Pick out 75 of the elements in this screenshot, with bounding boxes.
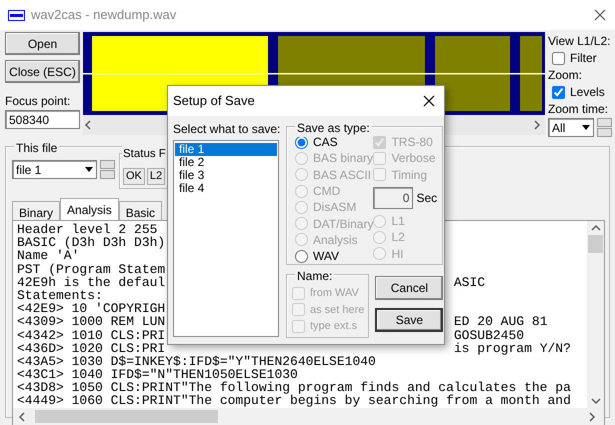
- code-line: <43D8> 1050 CLS:PRINT"The following program finds and calculates the pa: [17, 380, 571, 396]
- toolbar-button[interactable]: Close (ESC): [5, 60, 80, 83]
- tab[interactable]: Analysis: [60, 198, 119, 220]
- option-label: TRS-80: [391, 134, 433, 152]
- option-label: L1: [391, 213, 405, 230]
- code-line: Statements:: [17, 288, 103, 303]
- dialog-button[interactable]: Save: [375, 308, 444, 332]
- code-line: <43A5> 1030 D$=INKEY$:IFD$="Y"THEN2640ELSE1040: [17, 354, 376, 369]
- checkbox-label: Levels: [570, 84, 605, 101]
- code-line: ASIC: [454, 274, 486, 290]
- close-icon[interactable]: [422, 94, 436, 108]
- unit-label: Sec: [416, 190, 438, 207]
- option-label: Verbose: [391, 150, 436, 168]
- field-label: Focus point:: [5, 93, 72, 110]
- option-label: HI: [391, 246, 404, 263]
- status-field: L2: [146, 168, 166, 185]
- radio-button[interactable]: [295, 250, 308, 263]
- code-line: <4449> 1060 CLS:PRINT"The computer begins by searching from a month and: [17, 393, 571, 408]
- code-line: <4309> 1000 REM LUN: [17, 314, 166, 330]
- tab[interactable]: Basic: [118, 201, 162, 220]
- code-line: GOSUB2450: [454, 328, 524, 342]
- option-label: DisASM: [313, 199, 356, 216]
- toolbar-button[interactable]: Open: [5, 32, 80, 55]
- radio-button[interactable]: [295, 136, 308, 149]
- scrollbar-thumb[interactable]: [35, 410, 218, 423]
- code-line: BASIC (D3h D3h D3h): [17, 235, 166, 250]
- option-label: CAS: [313, 134, 338, 152]
- section-label: View L1/L2:: [548, 33, 612, 50]
- close-icon[interactable]: [593, 8, 607, 22]
- code-line: Name 'A': [17, 248, 80, 264]
- option-label: BAS ASCII: [313, 166, 372, 184]
- code-line: <4342> 1010 CLS:PRI: [17, 328, 166, 342]
- window-title: wav2cas - newdump.wav: [31, 6, 176, 24]
- code-line: is program Y/N?: [454, 340, 571, 356]
- list-item[interactable]: file 4: [175, 182, 277, 195]
- option-label: L2: [391, 229, 405, 246]
- option-label: Timing: [391, 166, 428, 184]
- option-label: WAV: [313, 248, 339, 266]
- list-item[interactable]: file 2: [175, 156, 277, 169]
- option-label: DAT/Binary: [313, 216, 374, 233]
- seconds-field[interactable]: 0: [373, 186, 414, 209]
- app-icon: [8, 10, 25, 20]
- section-label: Zoom:: [548, 67, 584, 84]
- option-label: from WAV: [310, 286, 359, 301]
- spin-button[interactable]: [597, 118, 612, 137]
- file-select[interactable]: file 1: [12, 160, 97, 179]
- code-line: ED 20 AUG 81: [454, 314, 548, 330]
- code-line: <436D> 1020 CLS:PRI: [17, 340, 166, 356]
- dialog-title: Setup of Save: [173, 92, 255, 110]
- option-label: CMD: [313, 183, 340, 200]
- option-label: as set here: [310, 302, 364, 318]
- tab[interactable]: Binary: [12, 201, 60, 220]
- option-label: Analysis: [313, 232, 358, 249]
- focus-point-field[interactable]: 508340: [5, 110, 80, 129]
- code-line: PST (Program Statem: [17, 262, 166, 277]
- spin-button[interactable]: [100, 160, 115, 179]
- status-field: OK: [123, 168, 145, 185]
- option-label: BAS binary: [313, 150, 374, 168]
- list-item[interactable]: file 1: [175, 143, 277, 156]
- zoom-time-select[interactable]: All: [548, 118, 594, 137]
- caret-icon: [582, 125, 590, 130]
- option-label: type ext.s: [310, 319, 358, 334]
- list-label: Select what to save:: [173, 121, 279, 138]
- list-item[interactable]: file 3: [175, 169, 277, 182]
- scrollbar-thumb[interactable]: [588, 235, 603, 253]
- checkbox[interactable]: [552, 86, 565, 98]
- code-line: <43C1> 1040 IFD$="N"THEN1050ELSE1030: [17, 367, 298, 382]
- dialog-button[interactable]: Cancel: [375, 276, 444, 300]
- checkbox-label: Filter: [570, 50, 597, 67]
- section-label: Zoom time:: [548, 101, 610, 118]
- code-line: <42E9> 10 'COPYRIGH: [17, 301, 166, 316]
- code-line: 42E9h is the defaul: [17, 274, 166, 290]
- caret-icon: [85, 167, 93, 172]
- checkbox[interactable]: [552, 52, 565, 64]
- code-line: Header level 2 255: [17, 222, 158, 237]
